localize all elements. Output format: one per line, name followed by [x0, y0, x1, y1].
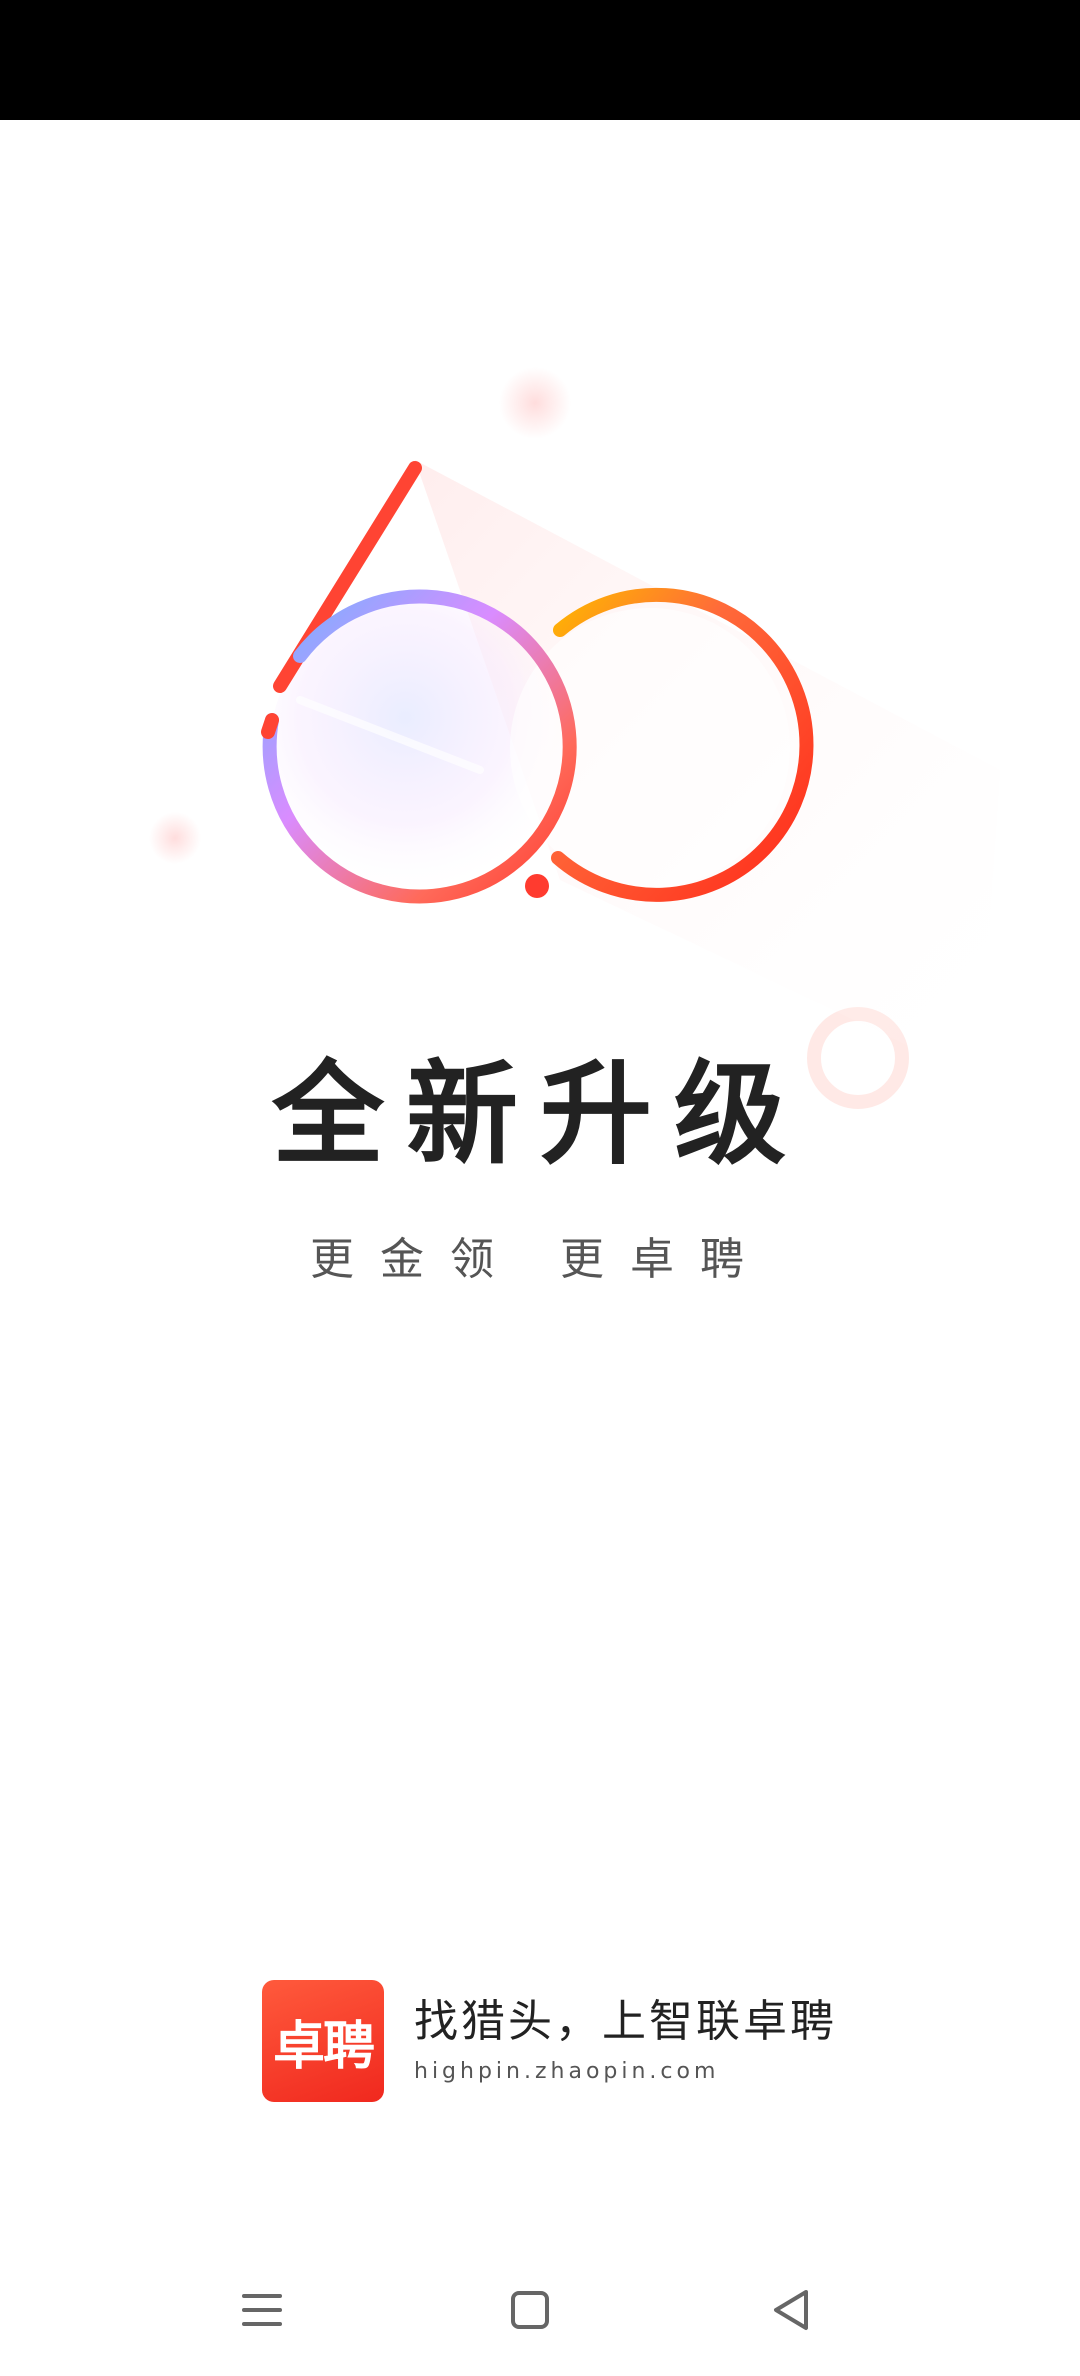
status-bar	[0, 0, 1080, 120]
brand-logo: 卓聘	[262, 1980, 384, 2102]
back-icon	[774, 2290, 808, 2330]
headline: 全新升级	[272, 1050, 808, 1180]
decor-dot	[149, 812, 201, 864]
menu-button[interactable]	[222, 2270, 302, 2350]
tagline: 更金领 更卓聘	[0, 1232, 1080, 1288]
logo-glow	[510, 608, 790, 888]
brand-block: 卓聘 找猎头，上智联卓聘 highpin.zhaopin.com	[262, 1980, 837, 2102]
decimal-point	[525, 874, 549, 898]
version-5-0-logo	[149, 367, 1000, 1109]
home-icon	[511, 2291, 549, 2329]
back-button[interactable]	[752, 2270, 832, 2350]
five-stroke	[261, 713, 279, 739]
brand-url: highpin.zhaopin.com	[414, 2059, 720, 2084]
tagline-right: 更卓聘	[560, 1234, 770, 1285]
tagline-left: 更金领	[310, 1234, 520, 1285]
navigation-bar	[0, 2250, 1080, 2376]
brand-text: 找猎头，上智联卓聘 highpin.zhaopin.com	[414, 1994, 837, 2088]
menu-icon	[242, 2294, 282, 2326]
home-button[interactable]	[490, 2270, 570, 2350]
brand-slogan: 找猎头，上智联卓聘	[414, 1996, 837, 2047]
decor-dot	[499, 367, 571, 439]
